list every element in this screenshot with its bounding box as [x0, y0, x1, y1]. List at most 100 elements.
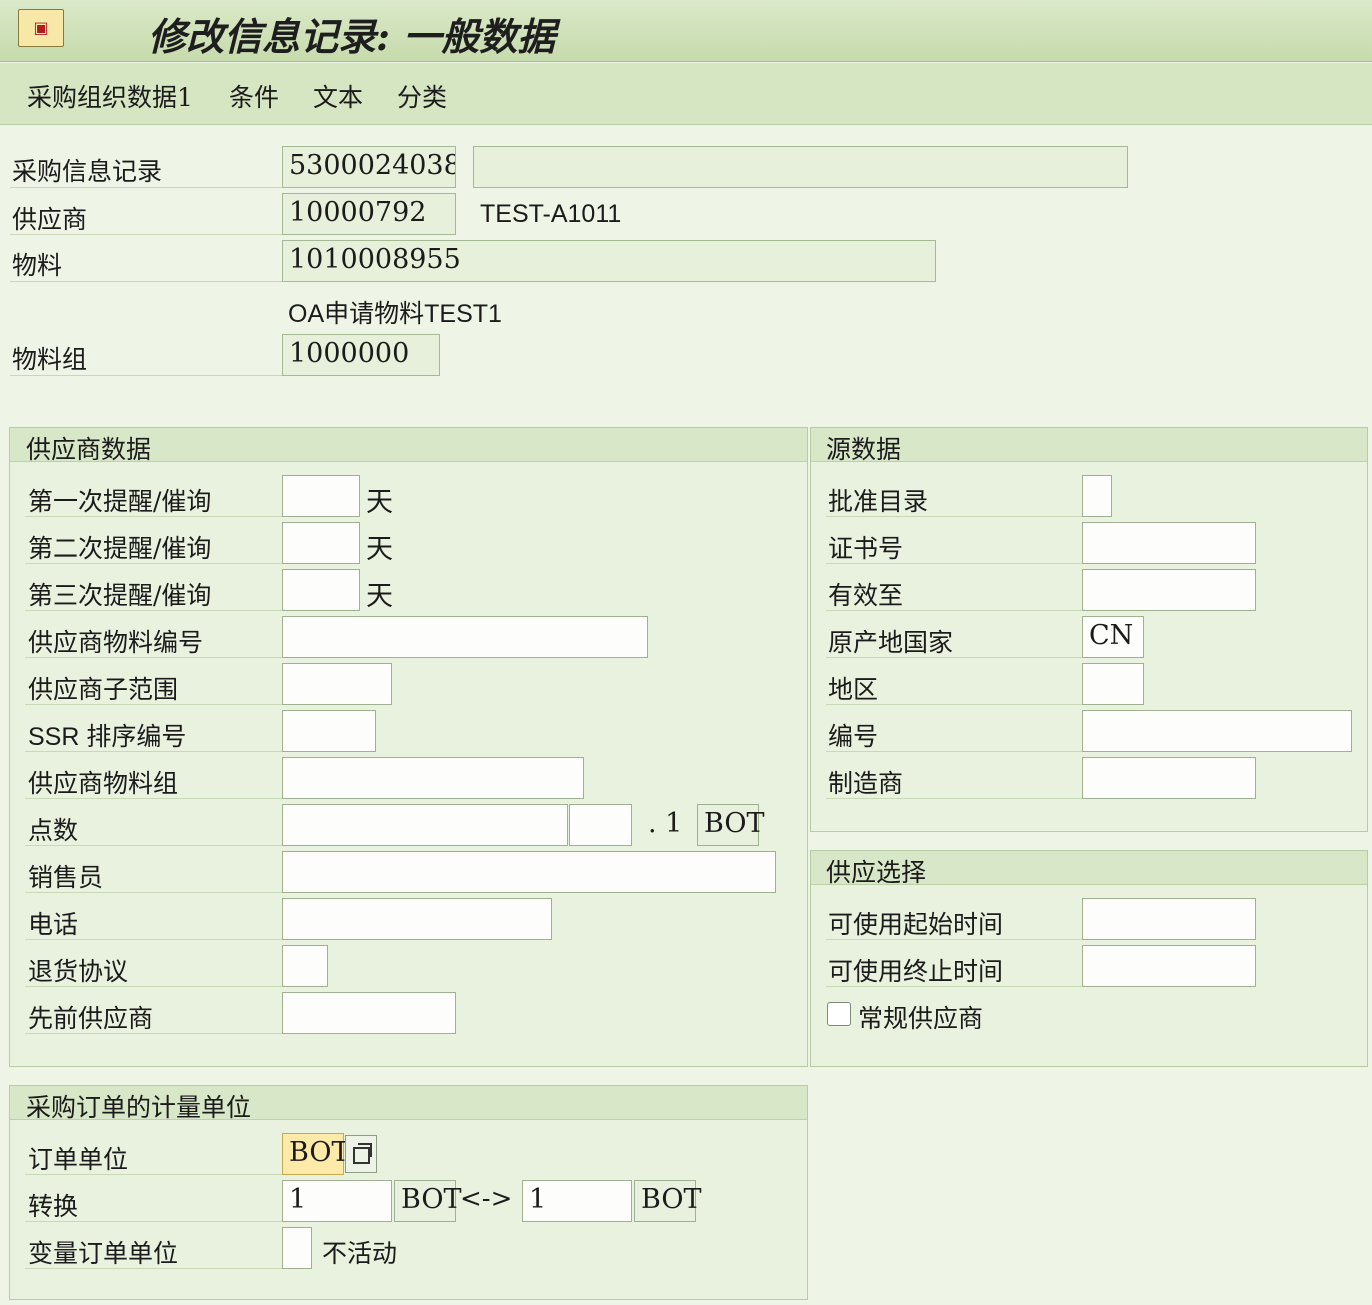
- divider: [826, 610, 1082, 611]
- divider: [25, 516, 282, 517]
- divider: [826, 516, 1082, 517]
- vendor-label: 供应商: [12, 205, 88, 234]
- divider: [25, 1174, 282, 1175]
- points-field[interactable]: [282, 804, 568, 846]
- menu-item-purch-org-data[interactable]: 采购组织数据1: [27, 78, 193, 114]
- divider: [10, 281, 282, 282]
- menu-item-classification[interactable]: 分类: [397, 78, 447, 114]
- reminder2-label: 第二次提醒/催询: [28, 534, 212, 563]
- menu-item-conditions[interactable]: 条件: [229, 78, 279, 114]
- divider: [826, 986, 1082, 987]
- conversion-left-unit[interactable]: BOT: [394, 1180, 462, 1222]
- reminder3-field[interactable]: [282, 569, 360, 611]
- material-field[interactable]: 1010008955: [282, 240, 936, 282]
- conversion-left-field[interactable]: 1: [282, 1180, 392, 1222]
- divider: [25, 751, 282, 752]
- phone-label: 电话: [28, 910, 79, 939]
- avail-to-field[interactable]: [1082, 945, 1256, 987]
- regular-vendor-checkbox[interactable]: [827, 1002, 851, 1026]
- order-unit-field[interactable]: BOT: [282, 1133, 350, 1175]
- menu-bar: [0, 63, 1372, 125]
- divider: [25, 657, 282, 658]
- variable-unit-label: 变量订单单位: [28, 1239, 179, 1268]
- valid-to-label: 有效至: [828, 581, 904, 610]
- order-unit-label: 订单单位: [28, 1145, 129, 1174]
- divider: [25, 892, 282, 893]
- vendor-material-no-field[interactable]: [282, 616, 648, 658]
- certificate-field[interactable]: [1082, 522, 1256, 564]
- country-origin-field[interactable]: CN: [1082, 616, 1144, 658]
- points-label: 点数: [28, 816, 79, 845]
- certificate-label: 证书号: [828, 534, 904, 563]
- phone-field[interactable]: [282, 898, 552, 940]
- material-label: 物料: [12, 251, 63, 280]
- conversion-right-unit[interactable]: BOT: [634, 1180, 702, 1222]
- divider: [25, 1221, 282, 1222]
- divider: [25, 1268, 282, 1269]
- divider: [25, 845, 282, 846]
- divider: [25, 563, 282, 564]
- divider: [826, 939, 1082, 940]
- vendor-subrange-field[interactable]: [282, 663, 392, 705]
- divider: [826, 704, 1082, 705]
- approved-list-label: 批准目录: [828, 487, 929, 516]
- points-unit-field[interactable]: BOT: [697, 804, 765, 846]
- order-unit-title: 采购订单的计量单位: [26, 1093, 252, 1122]
- points-quantity-field[interactable]: [569, 804, 632, 846]
- vendor-data-title: 供应商数据: [26, 435, 152, 464]
- divider: [25, 939, 282, 940]
- divider: [10, 375, 282, 376]
- reminder2-unit: 天: [366, 534, 393, 565]
- prior-vendor-field[interactable]: [282, 992, 456, 1034]
- salesperson-label: 销售员: [28, 863, 104, 892]
- divider: [25, 798, 282, 799]
- valid-to-field[interactable]: [1082, 569, 1256, 611]
- return-agreement-field[interactable]: [282, 945, 328, 987]
- variable-unit-field[interactable]: [282, 1227, 312, 1269]
- vendor-name: TEST-A1011: [480, 200, 622, 228]
- manufacturer-label: 制造商: [828, 769, 904, 798]
- reminder1-field[interactable]: [282, 475, 360, 517]
- number-field[interactable]: [1082, 710, 1352, 752]
- salesperson-field[interactable]: [282, 851, 776, 893]
- menu-item-texts[interactable]: 文本: [313, 78, 363, 114]
- return-agreement-label: 退货协议: [28, 957, 129, 986]
- info-record-field[interactable]: 5300024038: [282, 146, 456, 188]
- material-group-field[interactable]: 1000000: [282, 334, 440, 376]
- info-record-icon[interactable]: ▣: [18, 9, 64, 47]
- manufacturer-field[interactable]: [1082, 757, 1256, 799]
- prior-vendor-label: 先前供应商: [28, 1004, 154, 1033]
- material-group-label: 物料组: [12, 345, 88, 374]
- divider: [826, 798, 1082, 799]
- vendor-material-group-label: 供应商物料组: [28, 769, 179, 798]
- conversion-arrow: <->: [460, 1184, 513, 1214]
- info-record-label: 采购信息记录: [12, 157, 163, 186]
- divider: [25, 704, 282, 705]
- reminder3-label: 第三次提醒/催询: [28, 581, 212, 610]
- divider: [10, 187, 282, 188]
- region-field[interactable]: [1082, 663, 1144, 705]
- reminder1-unit: 天: [366, 487, 393, 518]
- avail-from-label: 可使用起始时间: [828, 910, 1004, 939]
- country-origin-label: 原产地国家: [828, 628, 954, 657]
- divider: [10, 234, 282, 235]
- avail-from-field[interactable]: [1082, 898, 1256, 940]
- source-data-title: 源数据: [826, 435, 902, 464]
- conversion-label: 转换: [28, 1192, 79, 1221]
- page-title: 修改信息记录: 一般数据: [148, 14, 556, 59]
- conversion-right-field[interactable]: 1: [522, 1180, 632, 1222]
- vendor-material-group-field[interactable]: [282, 757, 584, 799]
- approved-list-field[interactable]: [1082, 475, 1112, 517]
- info-record-desc-field[interactable]: [473, 146, 1128, 188]
- vendor-field[interactable]: 10000792: [282, 193, 456, 235]
- reminder3-unit: 天: [366, 581, 393, 612]
- vendor-material-no-label: 供应商物料编号: [28, 628, 204, 657]
- supply-option-title: 供应选择: [826, 858, 927, 887]
- ssr-sort-field[interactable]: [282, 710, 376, 752]
- avail-to-label: 可使用终止时间: [828, 957, 1004, 986]
- divider: [25, 610, 282, 611]
- reminder2-field[interactable]: [282, 522, 360, 564]
- copy-icon[interactable]: [345, 1135, 377, 1173]
- regular-vendor-label: 常规供应商: [858, 1004, 984, 1033]
- number-label: 编号: [828, 722, 879, 751]
